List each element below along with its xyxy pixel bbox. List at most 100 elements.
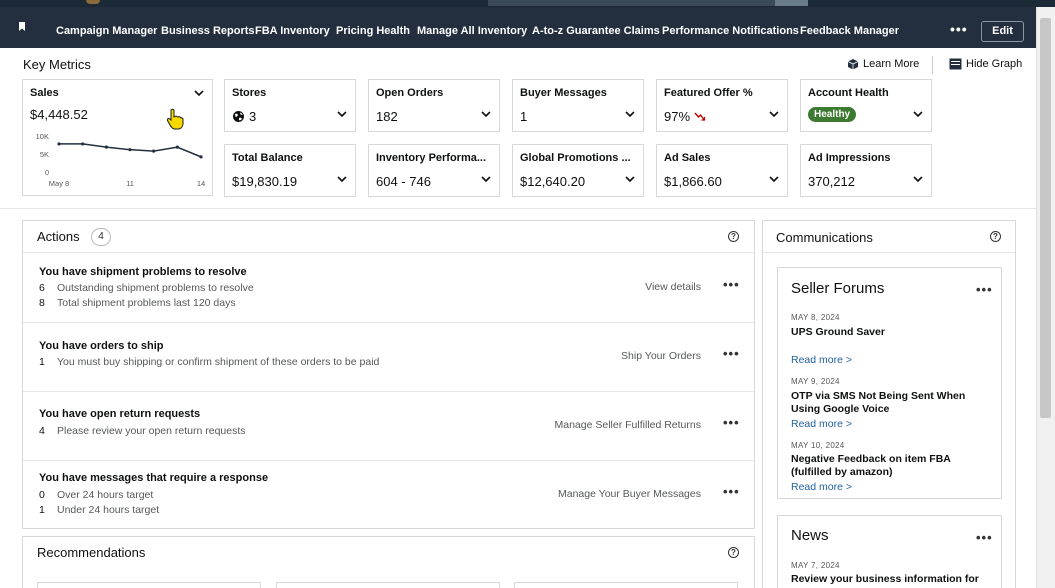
action-detail: 6 Outstanding shipment problems to resolv… — [39, 282, 254, 294]
metric-card-inventory-performance[interactable]: Inventory Performa... 604 - 746 — [368, 144, 500, 197]
post-date: MAY 7, 2024 — [791, 561, 840, 570]
post-title[interactable]: Negative Feedback on item FBA (fulfilled… — [791, 453, 991, 478]
action-count: 1 — [39, 356, 45, 368]
recommendation-card[interactable] — [276, 582, 500, 588]
metric-card-ad-impressions[interactable]: Ad Impressions 370,212 — [800, 144, 932, 197]
chevron-down-icon[interactable] — [481, 176, 491, 183]
chevron-down-icon[interactable] — [769, 176, 779, 183]
status-badge: Healthy — [808, 107, 857, 122]
section-divider — [0, 208, 1036, 209]
scrollbar-thumb[interactable] — [1040, 18, 1051, 418]
seller-forums-card: Seller Forums ••• MAY 8, 2024 UPS Ground… — [777, 267, 1002, 499]
metric-card-featured-offer[interactable]: Featured Offer % 97% — [656, 79, 788, 132]
chevron-down-icon[interactable] — [625, 176, 635, 183]
metric-value-wrap: 97% — [664, 109, 706, 124]
sales-data-point — [81, 142, 85, 146]
help-icon[interactable]: ? — [728, 231, 739, 242]
metric-card-open-orders[interactable]: Open Orders 182 — [368, 79, 500, 132]
metric-card-ad-sales[interactable]: Ad Sales $1,866.60 — [656, 144, 788, 197]
recommendation-card[interactable] — [37, 582, 261, 588]
metric-card-account-health[interactable]: Account Health Healthy — [800, 79, 932, 132]
metric-label: Ad Impressions — [808, 152, 891, 164]
nav-item-business-reports[interactable]: Business Reports — [161, 25, 255, 37]
help-icon[interactable]: ? — [728, 547, 739, 558]
more-options-button[interactable]: ••• — [976, 530, 993, 545]
help-icon[interactable]: ? — [990, 231, 1001, 242]
actions-panel: Actions 4 ? You have shipment problems t… — [22, 220, 755, 529]
communications-panel: Communications ? Seller Forums ••• MAY 8… — [762, 220, 1016, 588]
more-options-button[interactable]: ••• — [723, 484, 740, 499]
post-title[interactable]: OTP via SMS Not Being Sent When Using Go… — [791, 390, 991, 415]
action-detail: 1 Under 24 hours target — [39, 504, 159, 516]
more-options-button[interactable]: ••• — [723, 346, 740, 361]
chevron-down-icon[interactable] — [913, 111, 923, 118]
chevron-down-icon[interactable] — [337, 111, 347, 118]
metric-value: $1,866.60 — [664, 174, 722, 189]
action-detail: 1 You must buy shipping or confirm shipme… — [39, 356, 379, 368]
edit-nav-button[interactable]: Edit — [981, 21, 1024, 42]
nav-item-pricing-health[interactable]: Pricing Health — [336, 25, 410, 37]
more-options-button[interactable]: ••• — [976, 282, 993, 297]
metric-value: 3 — [249, 109, 257, 124]
nav-item-performance-notifications[interactable]: Performance Notifications — [662, 25, 799, 37]
nav-more-button[interactable]: ••• — [950, 21, 968, 37]
metric-card-stores[interactable]: Stores 3 — [224, 79, 356, 132]
manage-returns-link[interactable]: Manage Seller Fulfilled Returns — [555, 419, 702, 431]
chevron-down-icon[interactable] — [625, 111, 635, 118]
read-more-link[interactable]: Read more > — [791, 418, 852, 430]
post-title[interactable]: UPS Ground Saver — [791, 326, 991, 339]
bookmark-icon[interactable] — [16, 19, 28, 35]
nav-item-campaign-manager[interactable]: Campaign Manager — [56, 25, 157, 37]
metric-value: 97% — [664, 109, 691, 124]
nav-item-feedback-manager[interactable]: Feedback Manager — [800, 25, 899, 37]
y-tick-label: 5K — [40, 150, 49, 159]
recommendations-title: Recommendations — [37, 545, 146, 560]
action-title: You have orders to ship — [39, 340, 164, 352]
y-tick-label: 0 — [45, 168, 49, 177]
action-detail: 0 Over 24 hours target — [39, 489, 153, 501]
metric-card-total-balance[interactable]: Total Balance $19,830.19 — [224, 144, 356, 197]
metric-label: Stores — [232, 87, 267, 99]
search-input[interactable] — [488, 0, 775, 6]
chevron-down-icon[interactable] — [481, 111, 491, 118]
graph-toggle-icon — [949, 58, 962, 70]
chevron-down-icon[interactable] — [913, 176, 923, 183]
action-row-orders-to-ship: You have orders to ship 1 You must buy sh… — [23, 322, 754, 391]
sales-data-point — [152, 149, 156, 153]
hide-graph-button[interactable]: Hide Graph — [949, 58, 1022, 70]
chevron-down-icon[interactable] — [337, 176, 347, 183]
ship-orders-link[interactable]: Ship Your Orders — [621, 350, 701, 362]
read-more-link[interactable]: Read more > — [791, 354, 852, 366]
metric-card-sales[interactable]: Sales $4,448.52 10K 5K 0 May 8 11 14 — [22, 79, 213, 196]
communications-title: Communications — [776, 230, 873, 245]
metric-label: Total Balance — [232, 152, 303, 164]
more-options-button[interactable]: ••• — [723, 415, 740, 430]
metric-label: Featured Offer % — [664, 87, 753, 99]
sales-data-point — [199, 155, 203, 159]
post-date: MAY 9, 2024 — [791, 377, 840, 386]
learn-more-label: Learn More — [863, 58, 920, 70]
manage-buyer-messages-link[interactable]: Manage Your Buyer Messages — [558, 488, 701, 500]
nav-item-a-to-z-claims[interactable]: A-to-z Guarantee Claims — [532, 25, 660, 37]
action-row-shipment-problems: You have shipment problems to resolve 6O… — [23, 252, 754, 322]
nav-item-fba-inventory[interactable]: FBA Inventory — [255, 25, 330, 37]
nav-item-manage-all-inventory[interactable]: Manage All Inventory — [417, 25, 527, 37]
action-row-buyer-messages: You have messages that require a respons… — [23, 460, 754, 529]
learn-more-link[interactable]: Learn More — [847, 58, 919, 70]
divider — [763, 252, 1015, 253]
more-options-button[interactable]: ••• — [723, 277, 740, 292]
read-more-link[interactable]: Read more > — [791, 481, 852, 493]
metric-card-buyer-messages[interactable]: Buyer Messages 1 — [512, 79, 644, 132]
recommendation-card[interactable] — [514, 582, 738, 588]
key-metrics-title: Key Metrics — [23, 57, 91, 72]
search-button[interactable] — [775, 0, 808, 6]
view-details-link[interactable]: View details — [645, 281, 701, 293]
metric-card-global-promotions[interactable]: Global Promotions ... $12,640.20 — [512, 144, 644, 197]
post-title[interactable]: Review your business information for — [791, 573, 991, 586]
chevron-down-icon[interactable] — [194, 90, 204, 97]
hide-graph-label: Hide Graph — [966, 58, 1023, 70]
chevron-down-icon[interactable] — [769, 111, 779, 118]
x-tick-label: May 8 — [49, 179, 69, 188]
action-title: You have open return requests — [39, 408, 201, 420]
sales-data-point — [175, 145, 179, 149]
